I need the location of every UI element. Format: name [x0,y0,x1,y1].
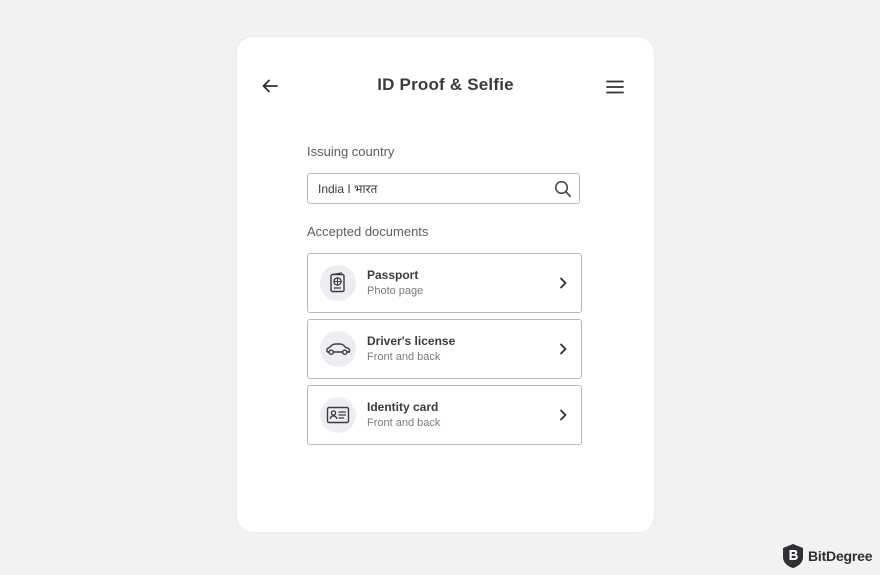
arrow-left-icon [262,79,278,93]
brand-name: BitDegree [808,548,873,564]
chevron-right-icon [557,409,569,421]
bitdegree-logo-icon [783,544,803,568]
id-card-icon [320,397,356,433]
issuing-country-label: Issuing country [307,144,395,159]
country-search-input[interactable] [318,181,553,196]
document-subtitle: Photo page [367,284,424,297]
document-title: Driver's license [367,333,456,348]
car-icon [320,331,356,367]
document-subtitle: Front and back [367,416,441,429]
document-subtitle: Front and back [367,350,441,363]
bitdegree-watermark: BitDegree [782,543,873,569]
document-option-passport[interactable]: Passport Photo page [307,253,582,313]
page-title: ID Proof & Selfie [377,75,514,94]
document-list: Passport Photo page Driver's license Fro… [307,253,582,451]
hamburger-menu-icon [606,80,624,94]
accepted-documents-label: Accepted documents [307,224,429,239]
id-proof-card: ID Proof & Selfie Issuing country Accept… [237,37,654,532]
chevron-right-icon [557,277,569,289]
menu-button[interactable] [604,77,626,97]
search-icon[interactable] [553,179,573,199]
document-title: Passport [367,267,419,282]
back-button[interactable] [261,77,279,95]
chevron-right-icon [557,343,569,355]
document-option-identity-card[interactable]: Identity card Front and back [307,385,582,445]
country-search-field[interactable] [307,173,580,204]
document-option-drivers-license[interactable]: Driver's license Front and back [307,319,582,379]
passport-icon [320,265,356,301]
document-title: Identity card [367,399,439,414]
